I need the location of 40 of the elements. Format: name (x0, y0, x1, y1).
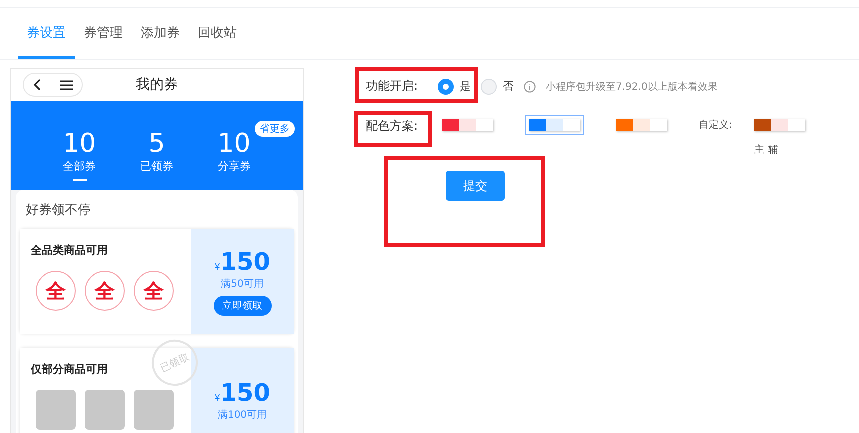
section-title: 好券领不停 (25, 202, 92, 220)
claim-button[interactable]: 立即领取 (214, 296, 272, 316)
coupon-title: 全品类商品可用 (31, 243, 108, 258)
stat-value: 10 (218, 129, 251, 160)
photo-placeholder (36, 390, 76, 430)
photo-placeholder (134, 390, 174, 430)
feature-label: 功能开启: (366, 78, 420, 95)
color-scheme-swatch[interactable] (525, 115, 584, 135)
phone-title: 我的券 (135, 76, 179, 94)
coupon-amount: ¥150 (214, 248, 270, 276)
photo-placeholder (85, 390, 125, 430)
coupon-amount: ¥150 (214, 379, 270, 407)
legend-label: 辅 (768, 144, 778, 157)
stat-label[interactable]: 已领券 (140, 159, 174, 174)
coupon-condition: 满50可用 (221, 278, 264, 290)
scheme-label: 配色方案: (366, 118, 420, 135)
stat-label[interactable]: 全部券 (63, 159, 96, 174)
radio-icon[interactable] (438, 78, 454, 94)
stat-value: 10 (63, 129, 96, 160)
coupon-condition: 满100可用 (218, 408, 268, 422)
promo-badge: 省更多 (255, 121, 295, 138)
tab[interactable]: 券管理 (75, 24, 132, 59)
back-icon[interactable] (32, 78, 43, 92)
stat-label[interactable]: 分享券 (218, 159, 251, 174)
tab[interactable]: 券设置 (18, 24, 75, 59)
coupon-title: 仅部分商品可用 (31, 362, 108, 377)
menu-icon[interactable] (60, 80, 74, 91)
custom-label: 自定义: (699, 118, 732, 132)
stat-value: 5 (148, 129, 166, 160)
info-icon (524, 80, 536, 92)
seal-icon: 全 (134, 271, 174, 311)
hint-text: 小程序包升级至7.92.0以上版本看效果 (546, 80, 718, 94)
radio-option[interactable]: 否 (481, 78, 514, 94)
submit-button[interactable]: 提交 (446, 171, 505, 201)
seal-icon: 全 (36, 271, 76, 311)
radio-option[interactable]: 是 (438, 78, 471, 94)
tab[interactable]: 添加券 (132, 24, 189, 59)
seal-icon: 全 (85, 271, 125, 311)
tab[interactable]: 回收站 (189, 24, 246, 59)
legend-label: 主 (754, 144, 764, 157)
